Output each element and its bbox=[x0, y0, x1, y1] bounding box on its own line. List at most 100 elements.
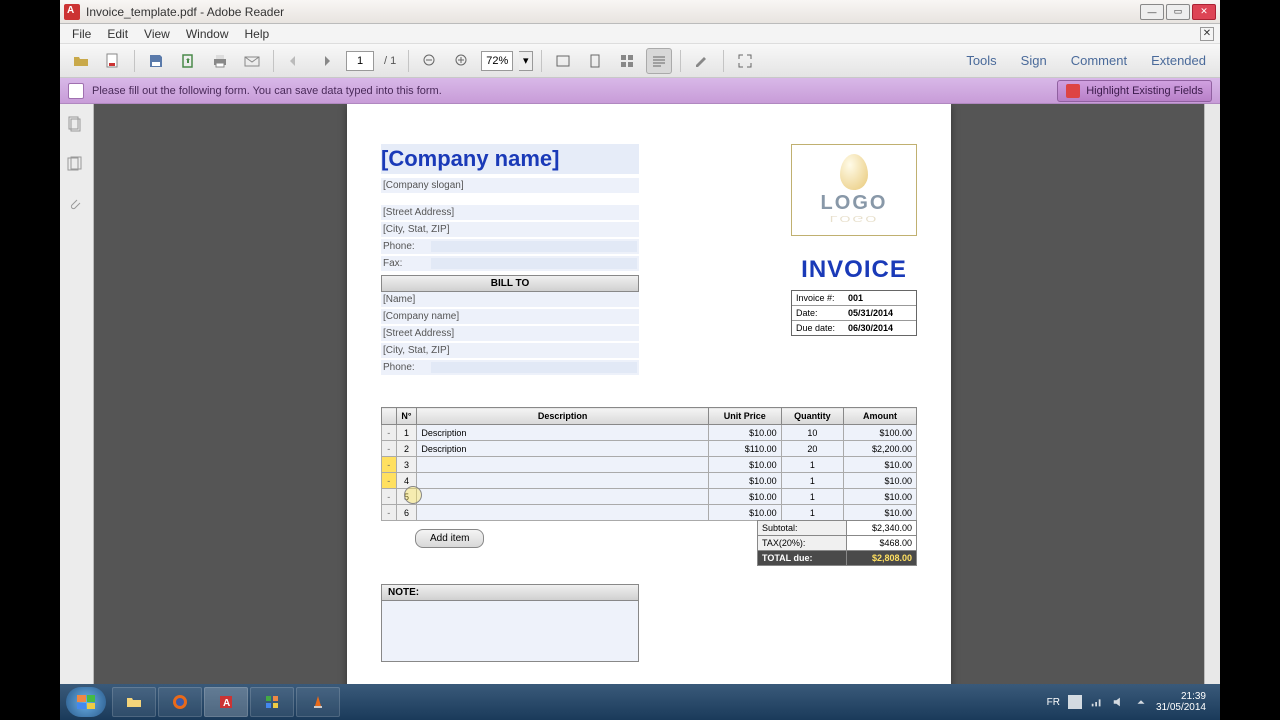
col-amount: Amount bbox=[844, 408, 917, 425]
zoom-in-icon[interactable] bbox=[449, 48, 475, 74]
company-street-field[interactable]: [Street Address] bbox=[381, 205, 639, 220]
extended-panel-link[interactable]: Extended bbox=[1145, 49, 1212, 72]
delete-row-button[interactable]: - bbox=[382, 489, 397, 505]
comment-panel-link[interactable]: Comment bbox=[1065, 49, 1133, 72]
bookmarks-icon[interactable] bbox=[67, 156, 87, 176]
page-number-input[interactable] bbox=[346, 51, 374, 71]
taskbar-vlc-icon[interactable] bbox=[296, 687, 340, 717]
tray-volume-icon[interactable] bbox=[1112, 695, 1126, 709]
maximize-button[interactable]: ▭ bbox=[1166, 4, 1190, 20]
highlight-icon bbox=[1066, 84, 1080, 98]
row-number: 2 bbox=[396, 441, 417, 457]
menu-edit[interactable]: Edit bbox=[101, 25, 134, 43]
next-page-icon[interactable] bbox=[314, 48, 340, 74]
add-item-button[interactable]: Add item bbox=[415, 529, 484, 548]
invoice-num-field[interactable]: 001 bbox=[848, 293, 912, 303]
fit-width-icon[interactable] bbox=[550, 48, 576, 74]
row-unit-price-field[interactable]: $10.00 bbox=[708, 505, 781, 521]
row-quantity-field[interactable]: 1 bbox=[781, 489, 843, 505]
billto-street-field[interactable]: [Street Address] bbox=[381, 326, 639, 341]
delete-row-button[interactable]: - bbox=[382, 473, 397, 489]
taskbar-explorer-icon[interactable] bbox=[112, 687, 156, 717]
save-icon[interactable] bbox=[143, 48, 169, 74]
row-unit-price-field[interactable]: $10.00 bbox=[708, 473, 781, 489]
subtotal-value: $2,340.00 bbox=[846, 521, 916, 535]
delete-row-button[interactable]: - bbox=[382, 425, 397, 441]
company-csz-field[interactable]: [City, Stat, ZIP] bbox=[381, 222, 639, 237]
row-quantity-field[interactable]: 1 bbox=[781, 457, 843, 473]
menu-file[interactable]: File bbox=[66, 25, 97, 43]
taskbar-adobe-reader-icon[interactable]: A bbox=[204, 687, 248, 717]
row-quantity-field[interactable]: 10 bbox=[781, 425, 843, 441]
invoice-due-label: Due date: bbox=[796, 323, 848, 333]
row-description-field[interactable] bbox=[417, 489, 708, 505]
read-mode-icon[interactable] bbox=[646, 48, 672, 74]
tray-chevron-icon[interactable] bbox=[1134, 695, 1148, 709]
minimize-button[interactable]: — bbox=[1140, 4, 1164, 20]
tray-flag-icon[interactable] bbox=[1068, 695, 1082, 709]
menu-view[interactable]: View bbox=[138, 25, 176, 43]
document-viewport[interactable]: [Company name] [Company slogan] [Street … bbox=[94, 104, 1204, 684]
row-unit-price-field[interactable]: $10.00 bbox=[708, 425, 781, 441]
close-button[interactable]: ✕ bbox=[1192, 4, 1216, 20]
company-slogan-field[interactable]: [Company slogan] bbox=[381, 178, 639, 193]
row-quantity-field[interactable]: 20 bbox=[781, 441, 843, 457]
invoice-date-field[interactable]: 05/31/2014 bbox=[848, 308, 912, 318]
tray-clock[interactable]: 21:39 31/05/2014 bbox=[1156, 691, 1206, 713]
email-icon[interactable] bbox=[239, 48, 265, 74]
tray-network-icon[interactable] bbox=[1090, 695, 1104, 709]
sign-panel-link[interactable]: Sign bbox=[1015, 49, 1053, 72]
delete-row-button[interactable]: - bbox=[382, 457, 397, 473]
row-unit-price-field[interactable]: $10.00 bbox=[708, 489, 781, 505]
company-phone-field[interactable] bbox=[431, 241, 637, 252]
scroll-mode-icon[interactable] bbox=[614, 48, 640, 74]
row-unit-price-field[interactable]: $10.00 bbox=[708, 457, 781, 473]
zoom-dropdown-icon[interactable]: ▾ bbox=[519, 51, 533, 71]
note-header: NOTE: bbox=[381, 584, 639, 600]
row-description-field[interactable] bbox=[417, 473, 708, 489]
taskbar-app-icon[interactable] bbox=[250, 687, 294, 717]
vertical-scrollbar[interactable] bbox=[1204, 104, 1220, 684]
logo-placeholder[interactable]: LOGO LOGO bbox=[791, 144, 917, 236]
row-quantity-field[interactable]: 1 bbox=[781, 505, 843, 521]
attachments-icon[interactable] bbox=[67, 196, 87, 216]
prev-page-icon[interactable] bbox=[282, 48, 308, 74]
doc-close-button[interactable]: ✕ bbox=[1200, 27, 1214, 41]
zoom-out-icon[interactable] bbox=[417, 48, 443, 74]
delete-row-button[interactable]: - bbox=[382, 505, 397, 521]
invoice-due-field[interactable]: 06/30/2014 bbox=[848, 323, 912, 333]
thumbnails-icon[interactable] bbox=[67, 116, 87, 136]
delete-row-button[interactable]: - bbox=[382, 441, 397, 457]
fit-page-icon[interactable] bbox=[582, 48, 608, 74]
row-description-field[interactable] bbox=[417, 457, 708, 473]
billto-company-field[interactable]: [Company name] bbox=[381, 309, 639, 324]
taskbar-firefox-icon[interactable] bbox=[158, 687, 202, 717]
print-icon[interactable] bbox=[207, 48, 233, 74]
export-icon[interactable] bbox=[175, 48, 201, 74]
col-n: N° bbox=[396, 408, 417, 425]
annotate-icon[interactable] bbox=[689, 48, 715, 74]
open-icon[interactable] bbox=[68, 48, 94, 74]
billto-name-field[interactable]: [Name] bbox=[381, 292, 639, 307]
table-row: -4$10.001$10.00 bbox=[382, 473, 917, 489]
menu-window[interactable]: Window bbox=[180, 25, 235, 43]
company-fax-field[interactable] bbox=[431, 258, 637, 269]
highlight-fields-button[interactable]: Highlight Existing Fields bbox=[1057, 80, 1212, 102]
row-quantity-field[interactable]: 1 bbox=[781, 473, 843, 489]
create-pdf-icon[interactable] bbox=[100, 48, 126, 74]
tools-panel-link[interactable]: Tools bbox=[960, 49, 1002, 72]
billto-phone-field[interactable] bbox=[431, 362, 637, 373]
row-description-field[interactable]: Description bbox=[417, 441, 708, 457]
row-description-field[interactable] bbox=[417, 505, 708, 521]
start-button[interactable] bbox=[66, 687, 106, 717]
tray-lang[interactable]: FR bbox=[1047, 697, 1060, 708]
row-unit-price-field[interactable]: $110.00 bbox=[708, 441, 781, 457]
zoom-level[interactable]: 72% bbox=[481, 51, 513, 71]
fullscreen-icon[interactable] bbox=[732, 48, 758, 74]
row-description-field[interactable]: Description bbox=[417, 425, 708, 441]
titlebar: Invoice_template.pdf - Adobe Reader — ▭ … bbox=[60, 0, 1220, 24]
menu-help[interactable]: Help bbox=[239, 25, 276, 43]
note-field[interactable] bbox=[381, 600, 639, 662]
billto-csz-field[interactable]: [City, Stat, ZIP] bbox=[381, 343, 639, 358]
company-name-field[interactable]: [Company name] bbox=[381, 144, 639, 174]
